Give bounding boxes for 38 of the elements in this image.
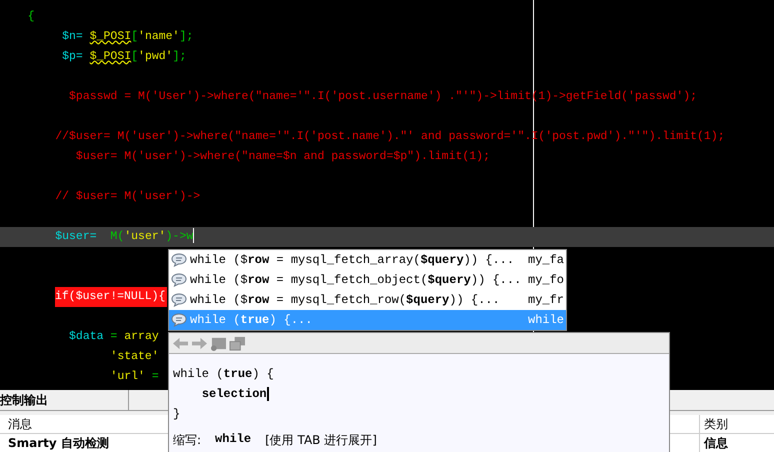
- code-token: $_POSI: [90, 30, 132, 43]
- code-token: M(: [110, 230, 124, 243]
- table-cell: Smarty 自动检测: [8, 436, 109, 450]
- code-token: =: [109, 330, 118, 343]
- code-token: 'state': [109, 350, 159, 363]
- snippet-code-line: }: [173, 407, 180, 421]
- code-token: =: [150, 370, 159, 383]
- code-token: 'name': [138, 30, 180, 43]
- code-token: $user=: [54, 230, 98, 243]
- autocomplete-item[interactable]: while ($row = mysql_fetch_object($query)) {... my_fo: [169, 270, 566, 290]
- code-token: $p=: [61, 50, 84, 63]
- output-tab[interactable]: 控制输出: [0, 390, 129, 410]
- abbreviation-label: 缩写:: [173, 432, 202, 449]
- code-token: [: [131, 30, 138, 43]
- code-token: 'pwd': [138, 50, 173, 63]
- snippet-code-line: while (true) {: [173, 367, 274, 381]
- code-token: if($user!=NULL){: [55, 287, 168, 307]
- code-token: 'url': [109, 370, 145, 383]
- autocomplete-item[interactable]: while ($row = mysql_fetch_array($query)) {... my_fa: [169, 250, 566, 270]
- code-token: )->w: [166, 230, 194, 243]
- snippet-code-line: selection: [200, 387, 267, 401]
- code-token: {: [26, 10, 35, 23]
- table-cell: 信息: [704, 436, 728, 450]
- column-header[interactable]: 类别: [704, 417, 728, 431]
- code-token: ];: [172, 50, 186, 63]
- code-token: [: [131, 50, 138, 63]
- code-token: 'user': [124, 230, 166, 243]
- code-token: // $user= M('user')->: [54, 190, 200, 203]
- code-token: $user= M('user')->where("name=$n and password=$p").limit(1);: [74, 150, 490, 163]
- abbreviation-value: while: [215, 432, 252, 448]
- code-token: array: [124, 330, 159, 343]
- autocomplete-item[interactable]: while ($row = mysql_fetch_row($query)) {... my_fr: [169, 290, 566, 310]
- code-token: $data: [68, 330, 104, 343]
- code-token: $n=: [61, 30, 84, 43]
- column-header[interactable]: 消息: [8, 417, 32, 431]
- expand-hint: [使用 TAB 进行展开]: [265, 432, 377, 449]
- code-token: ];: [179, 30, 194, 43]
- code-token: $_POSI: [90, 50, 132, 63]
